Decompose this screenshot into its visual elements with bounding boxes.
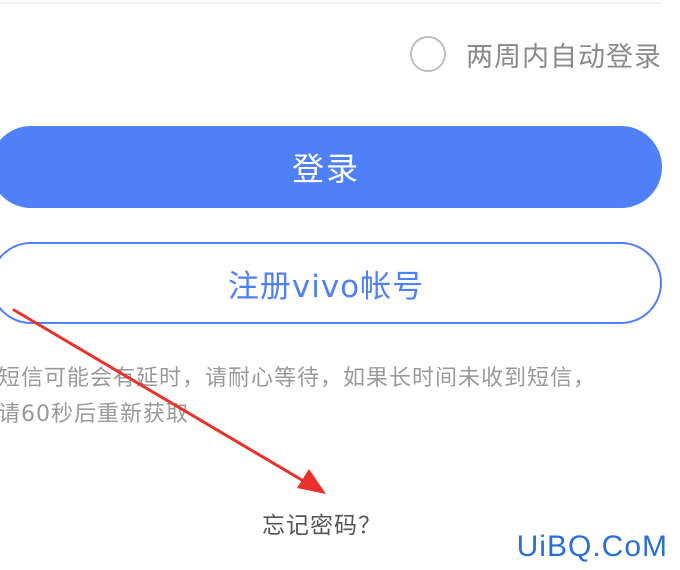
register-account-button[interactable]: 注册vivo帐号 [0,242,662,324]
login-button[interactable]: 登录 [0,126,662,208]
remember-login-row[interactable]: 两周内自动登录 [410,31,662,77]
sms-delay-notice: 短信可能会有延时，请耐心等待，如果长时间未收到短信， 请60秒后重新获取 [0,361,674,433]
login-screen: 两周内自动登录 登录 注册vivo帐号 短信可能会有延时，请耐心等待，如果长时间… [0,0,680,570]
remember-login-radio[interactable] [410,36,446,72]
sms-notice-line-2: 请60秒后重新获取 [0,402,189,427]
site-watermark: UiBQ.CoM [516,530,668,563]
forgot-password-link[interactable]: 忘记密码？ [262,506,382,540]
login-button-label: 登录 [291,150,360,188]
input-divider [0,2,662,4]
remember-login-label[interactable]: 两周内自动登录 [466,35,662,74]
register-button-label: 注册vivo帐号 [227,268,425,305]
annotation-arrow-head [297,469,326,494]
sms-notice-line-1: 短信可能会有延时，请耐心等待，如果长时间未收到短信， [0,366,597,391]
